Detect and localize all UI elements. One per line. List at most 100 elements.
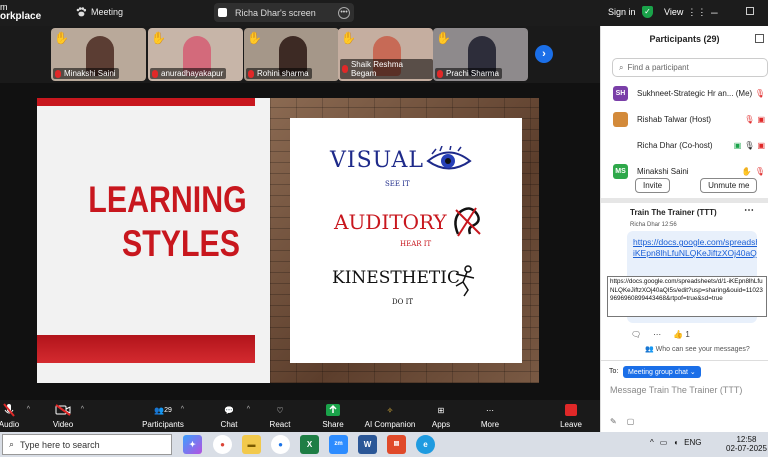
copilot-icon[interactable]: ✦ xyxy=(183,435,202,454)
visibility-link[interactable]: 👥 Who can see your messages? xyxy=(645,345,750,353)
participant-name-text: Sukhneet-Strategic Hr an... xyxy=(637,88,734,98)
chevron-down-icon: ⌄ xyxy=(689,369,696,376)
participant-row[interactable]: Rishab Talwar (Host) 🎙 ▣ xyxy=(601,106,768,132)
slide-title: LEARNING STYLES xyxy=(88,178,247,266)
app-icon[interactable]: ▤ xyxy=(387,435,406,454)
apps-button[interactable]: ⊞ Apps xyxy=(416,403,466,430)
video-tile[interactable]: ✋ anuradhayakapur xyxy=(148,28,243,81)
message-more-icon[interactable]: ⋯ xyxy=(653,330,661,339)
excel-icon[interactable]: X xyxy=(300,435,319,454)
video-caret-icon[interactable]: ^ xyxy=(81,406,84,413)
participants-label: Participants xyxy=(142,420,184,429)
video-tile[interactable]: ✋ Shaik Reshma Begam xyxy=(338,28,433,81)
sparkle-icon: ✧ xyxy=(386,405,394,415)
share-label: Share xyxy=(322,420,344,429)
tile-name: Rohini sharma xyxy=(257,69,309,78)
share-title: Richa Dhar's screen xyxy=(235,7,316,18)
taskbar-clock[interactable]: 12:58 02-07-2025 xyxy=(726,435,767,453)
video-tile[interactable]: ✋ Prachi Sharma xyxy=(433,28,528,81)
avatar: MS xyxy=(613,163,628,179)
format-icon[interactable]: ✎ xyxy=(610,417,617,426)
mic-muted-icon: 🎙 xyxy=(754,88,765,98)
zoom-icon[interactable]: zm xyxy=(329,435,348,454)
view-button[interactable]: View ⋮⋮ xyxy=(664,7,707,18)
mic-muted-icon xyxy=(55,69,61,78)
participant-suffix: (Me) xyxy=(735,88,753,98)
more-label: More xyxy=(480,420,500,429)
windows-taskbar: ⌕ Type here to search ✦ ● ▬ ● X zm W ▤ e… xyxy=(0,432,768,457)
participant-row[interactable]: SH Sukhneet-Strategic Hr an... (Me) 🎙 xyxy=(601,80,768,106)
mic-off-icon xyxy=(3,403,15,417)
volume-icon[interactable]: ◖ xyxy=(673,438,678,447)
minimize-icon[interactable]: – xyxy=(711,5,718,19)
video-tile[interactable]: ✋ Rohini sharma xyxy=(244,28,339,81)
recipient-label: Meeting group chat xyxy=(628,369,688,376)
leave-icon xyxy=(565,404,577,416)
search-icon: ⌕ xyxy=(619,62,624,72)
video-off-icon: ▣ xyxy=(757,140,765,150)
slide-left-panel: LEARNING STYLES xyxy=(37,98,270,383)
unmute-me-button[interactable]: Unmute me xyxy=(700,178,758,193)
video-tile[interactable]: ✋ Minakshi Saini xyxy=(51,28,146,81)
shield-check-icon[interactable]: ✓ xyxy=(642,6,653,18)
message-input[interactable]: Message Train The Trainer (TTT) xyxy=(610,385,742,395)
popout-icon[interactable] xyxy=(755,34,764,43)
participants-caret-icon[interactable]: ^ xyxy=(181,406,184,413)
chat-button[interactable]: 💬 Chat ^ xyxy=(204,403,254,430)
network-icon[interactable]: ▭ xyxy=(660,438,668,447)
leave-button[interactable]: Leave xyxy=(546,403,596,429)
maximize-icon[interactable] xyxy=(746,7,754,15)
audio-button[interactable]: Audio ^ xyxy=(0,403,34,429)
screen-share-pill[interactable]: Richa Dhar's screen ••• xyxy=(214,3,354,22)
participant-row[interactable]: Richa Dhar (Co-host) ▣ 🎙 ▣ xyxy=(601,132,768,158)
share-button[interactable]: Share xyxy=(308,403,358,429)
ai-companion-label: AI Companion xyxy=(364,420,416,429)
reply-icon[interactable]: 🗨 xyxy=(631,330,641,339)
ai-companion-button[interactable]: ✧ AI Companion xyxy=(358,403,422,430)
sign-in-button[interactable]: Sign in xyxy=(608,7,636,17)
chat-title: Train The Trainer (TTT) xyxy=(630,208,717,217)
share-icon xyxy=(326,404,340,416)
chrome-profile-icon[interactable]: ● xyxy=(271,435,290,454)
slide-red-bar-bottom xyxy=(37,335,255,363)
participants-button[interactable]: 👥 29 Participants ^ xyxy=(138,403,188,430)
auditory-subtitle: HEAR IT xyxy=(400,240,432,248)
participant-search-input[interactable]: ⌕ Find a participant xyxy=(612,58,768,77)
invite-button[interactable]: Invite xyxy=(635,178,671,193)
file-explorer-icon[interactable]: ▬ xyxy=(242,435,261,454)
more-button[interactable]: ⋯ More xyxy=(465,403,515,430)
raise-hand-icon: ✋ xyxy=(436,31,451,45)
chat-caret-icon[interactable]: ^ xyxy=(247,406,250,413)
mic-muted-icon xyxy=(152,69,158,78)
meeting-controls: Audio ^ Video ^ 👥 29 Participants ^ 💬 Cha… xyxy=(0,400,600,432)
participant-actions: Invite Unmute me xyxy=(635,178,758,193)
mic-muted-icon xyxy=(342,65,348,73)
meeting-label: Meeting xyxy=(91,7,124,17)
tile-name-label: anuradhayakapur xyxy=(150,68,227,79)
chat-sender: Richa Dhar 12:56 xyxy=(630,222,677,228)
react-button[interactable]: ♡ React xyxy=(255,403,305,430)
tile-name: Minakshi Saini xyxy=(64,69,116,78)
meeting-button[interactable]: Meeting xyxy=(76,7,123,17)
kinesthetic-word: KINESTHETIC xyxy=(332,268,460,288)
recipient-dropdown[interactable]: Meeting group chat ⌄ xyxy=(623,366,701,378)
chevron-up-icon[interactable]: ^ xyxy=(650,438,654,447)
word-icon[interactable]: W xyxy=(358,435,377,454)
language-indicator[interactable]: ENG xyxy=(684,438,701,447)
taskbar-search-input[interactable]: ⌕ Type here to search xyxy=(2,434,172,455)
gallery-next-icon[interactable]: › xyxy=(535,45,553,63)
video-button[interactable]: Video ^ xyxy=(38,403,88,429)
grid-dots-icon: ⋮⋮ xyxy=(687,7,708,17)
kinesthetic-subtitle: DO IT xyxy=(392,298,414,306)
chrome-icon[interactable]: ● xyxy=(213,435,232,454)
thumbs-up-reaction[interactable]: 👍 1 xyxy=(673,330,690,339)
file-icon[interactable]: ▢ xyxy=(627,417,635,426)
learning-styles-card: VISUAL SEE IT AUDITORY HEAR IT KINESTHET… xyxy=(290,118,522,363)
slide-title-line-1: LEARNING xyxy=(88,179,247,220)
auditory-word: AUDITORY xyxy=(334,210,447,234)
video-gallery: ✋ Minakshi Saini ✋ anuradhayakapur ✋ Roh… xyxy=(0,26,600,83)
audio-caret-icon[interactable]: ^ xyxy=(27,406,30,413)
edge-icon[interactable]: e xyxy=(416,435,435,454)
more-options-icon[interactable]: ••• xyxy=(338,6,350,19)
chat-more-icon[interactable]: ⋯ xyxy=(744,205,754,216)
